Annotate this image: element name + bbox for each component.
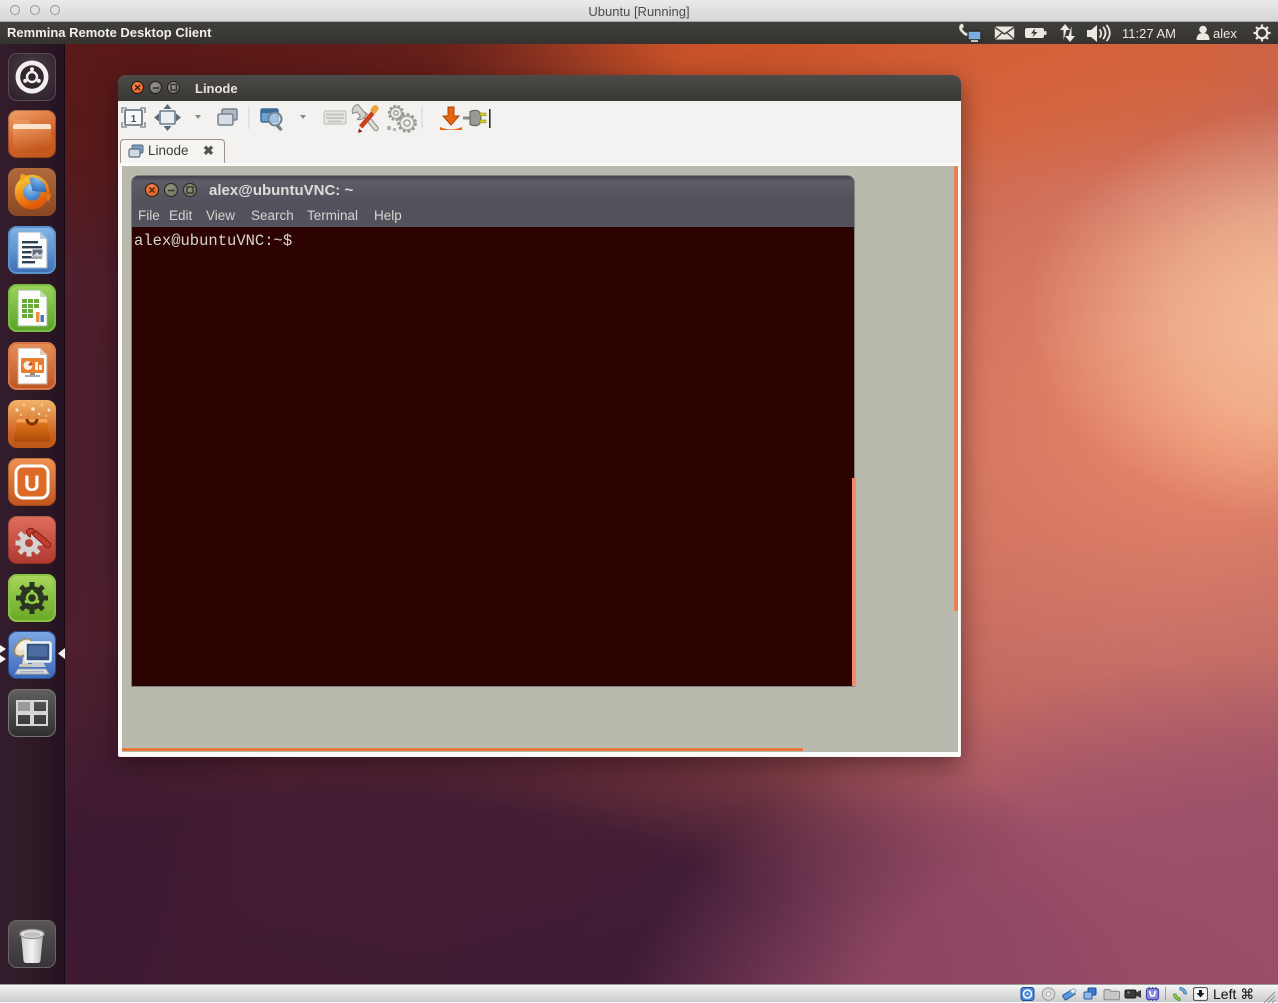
svg-text:1: 1 bbox=[131, 114, 137, 125]
svg-text:U: U bbox=[24, 471, 40, 496]
